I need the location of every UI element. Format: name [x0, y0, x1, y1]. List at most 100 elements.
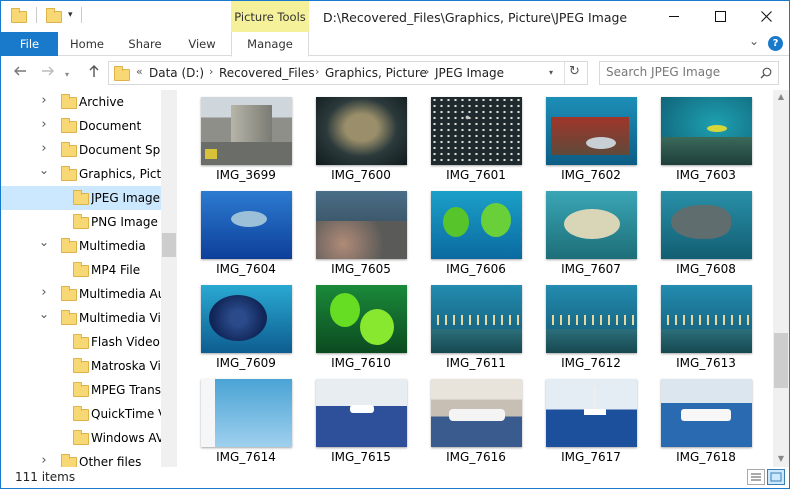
crumb-graphics-picture[interactable]: Graphics, Picture	[325, 66, 427, 80]
file-tile[interactable]: IMG_3699	[191, 97, 301, 191]
refresh-icon[interactable]: ↻	[569, 64, 580, 79]
chevron-icon[interactable]: ›	[209, 65, 213, 78]
thumbnail-art	[360, 309, 394, 345]
file-tile[interactable]: IMG_7602	[536, 97, 646, 191]
file-name: IMG_7608	[676, 262, 736, 276]
file-tile[interactable]: IMG_7614	[191, 379, 301, 467]
sidebar-item-multimedia-aud[interactable]: › Multimedia Aud	[1, 282, 163, 306]
file-tile[interactable]: IMG_7600	[306, 97, 416, 191]
nav-scrollbar[interactable]	[161, 90, 177, 467]
folder-icon	[114, 66, 130, 81]
chevron-down-icon[interactable]: ⌄	[39, 163, 49, 177]
file-tile[interactable]: IMG_7612	[536, 285, 646, 379]
thumbnail-art	[671, 205, 731, 239]
file-tile[interactable]: IMG_7603	[651, 97, 761, 191]
chevron-right-icon[interactable]: ›	[39, 93, 49, 108]
search-input[interactable]	[606, 65, 756, 79]
file-name: IMG_3699	[216, 168, 276, 182]
sidebar-item-quicktime-vid[interactable]: QuickTime Vid	[1, 402, 163, 426]
sidebar-item-label: Matroska Vide	[91, 359, 161, 373]
sidebar-item-label: Document Spre	[79, 143, 161, 157]
maximize-button[interactable]	[697, 1, 743, 32]
chevron-right-icon[interactable]: ›	[39, 285, 49, 300]
tab-view[interactable]: View	[177, 32, 227, 56]
minimize-button[interactable]	[651, 1, 697, 32]
chevron-right-icon[interactable]: ›	[39, 453, 49, 467]
file-tile[interactable]: IMG_7618	[651, 379, 761, 467]
file-tile[interactable]: IMG_7610	[306, 285, 416, 379]
file-tile[interactable]: IMG_7607	[536, 191, 646, 285]
thumbnail-art	[316, 379, 407, 447]
image-thumbnail	[316, 379, 407, 447]
details-view-button[interactable]	[747, 469, 765, 485]
chevron-icon[interactable]: ›	[315, 65, 319, 78]
image-thumbnail	[431, 191, 522, 259]
chevron-down-icon[interactable]: ⌄	[39, 307, 49, 321]
file-tile[interactable]: IMG_7617	[536, 379, 646, 467]
help-icon[interactable]: ?	[768, 36, 783, 51]
sidebar-item-archive[interactable]: › Archive	[1, 90, 163, 114]
nav-scrollbar-thumb[interactable]	[162, 233, 176, 257]
toolbar-divider	[36, 7, 37, 23]
search-icon[interactable]	[760, 67, 772, 79]
file-tile[interactable]: IMG_7615	[306, 379, 416, 467]
window-title: D:\Recovered_Files\Graphics, Picture\JPE…	[323, 10, 628, 25]
crumb-jpeg-image[interactable]: JPEG Image	[435, 66, 504, 80]
forward-icon[interactable]	[41, 63, 55, 83]
address-bar[interactable]: « Data (D:) › Recovered_Files › Graphics…	[108, 61, 588, 85]
file-tile[interactable]: IMG_7613	[651, 285, 761, 379]
tab-home[interactable]: Home	[61, 32, 113, 56]
scroll-up-icon[interactable]: ▲	[773, 92, 789, 101]
chevron-right-icon[interactable]: ›	[39, 141, 49, 156]
crumb-recovered-files[interactable]: Recovered_Files	[219, 66, 315, 80]
chevron-right-icon[interactable]: ›	[39, 117, 49, 132]
folder-icon[interactable]	[11, 8, 27, 23]
folder-icon	[73, 262, 89, 277]
file-tile[interactable]: IMG_7604	[191, 191, 301, 285]
sidebar-item-other-files[interactable]: › Other files	[1, 450, 163, 467]
sidebar-item-graphics-pictur[interactable]: ⌄ Graphics, Pictur	[1, 162, 163, 186]
sidebar-item-multimedia-vide[interactable]: ⌄ Multimedia Vide	[1, 306, 163, 330]
crumb-data-d[interactable]: Data (D:)	[149, 66, 204, 80]
address-dropdown-icon[interactable]: ▾	[549, 68, 553, 77]
chevron-down-icon[interactable]: ⌄	[39, 235, 49, 249]
sidebar-item-matroska-vide[interactable]: Matroska Vide	[1, 354, 163, 378]
file-tile[interactable]: IMG_7609	[191, 285, 301, 379]
up-icon[interactable]	[87, 63, 101, 83]
file-tile[interactable]: IMG_7601	[421, 97, 531, 191]
file-tile[interactable]: IMG_7605	[306, 191, 416, 285]
sidebar-item-multimedia[interactable]: ⌄ Multimedia	[1, 234, 163, 258]
recent-icon[interactable]: ▾	[65, 65, 69, 85]
file-tile[interactable]: IMG_7616	[421, 379, 531, 467]
sidebar-item-jpeg-image[interactable]: JPEG Image	[1, 186, 163, 210]
overflow-icon[interactable]: «	[136, 65, 143, 78]
sidebar-item-png-image[interactable]: PNG Image	[1, 210, 163, 234]
tab-manage[interactable]: Manage	[231, 32, 309, 57]
ribbon-expand-icon[interactable]: ⌄	[749, 34, 759, 48]
sidebar-item-label: Flash Video	[91, 335, 160, 349]
close-button[interactable]	[743, 1, 789, 32]
file-tile[interactable]: IMG_7608	[651, 191, 761, 285]
tab-file[interactable]: File	[1, 32, 58, 56]
scroll-down-icon[interactable]: ▼	[773, 454, 789, 463]
file-tile[interactable]: IMG_7611	[421, 285, 531, 379]
content-scrollbar[interactable]: ▲ ▼	[773, 90, 789, 467]
folder-icon[interactable]	[46, 8, 62, 23]
back-icon[interactable]	[13, 63, 27, 83]
thumbnail-art	[681, 409, 731, 421]
content-scrollbar-thumb[interactable]	[774, 333, 788, 388]
sidebar-item-windows-avi-f[interactable]: Windows AVI F	[1, 426, 163, 450]
file-tile[interactable]: IMG_7606	[421, 191, 531, 285]
image-thumbnail	[546, 97, 637, 165]
sidebar-item-flash-video[interactable]: Flash Video	[1, 330, 163, 354]
sidebar-item-mpeg-transpo[interactable]: MPEG Transpo	[1, 378, 163, 402]
pin-dropdown-icon[interactable]: ▾	[68, 10, 73, 20]
image-thumbnail	[546, 379, 637, 447]
sidebar-item-document[interactable]: › Document	[1, 114, 163, 138]
tab-share[interactable]: Share	[119, 32, 171, 56]
chevron-icon[interactable]: ›	[425, 65, 429, 78]
sidebar-item-document-spre[interactable]: › Document Spre	[1, 138, 163, 162]
thumbnails-view-button[interactable]	[767, 469, 785, 485]
sidebar-item-label: Archive	[79, 95, 124, 109]
sidebar-item-mp4-file[interactable]: MP4 File	[1, 258, 163, 282]
